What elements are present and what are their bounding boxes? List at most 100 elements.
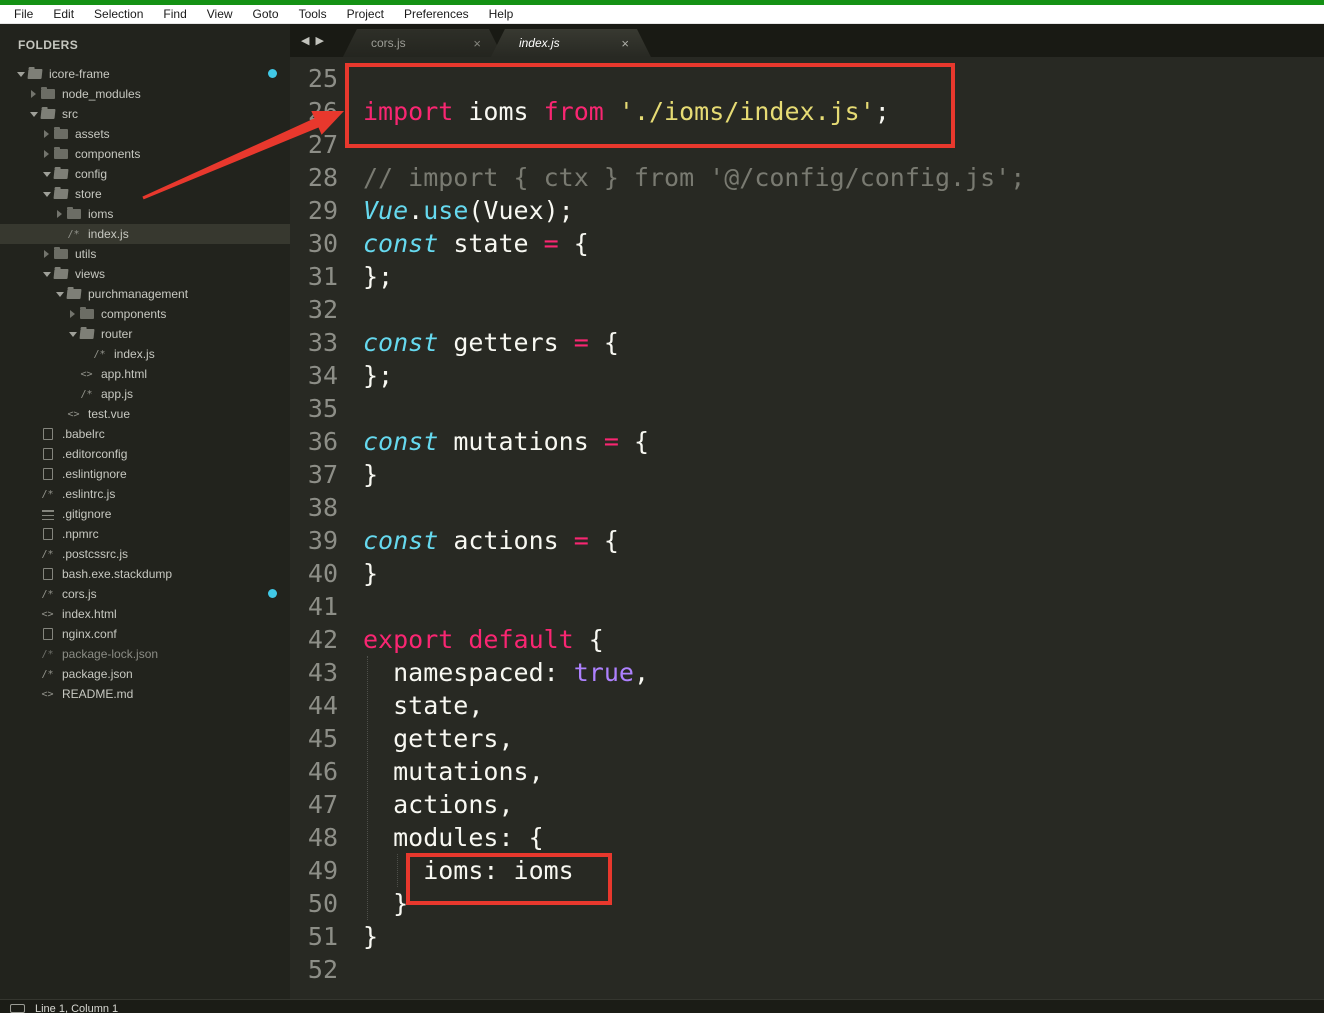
tab-cors-js[interactable]: cors.js× [343,29,503,57]
menu-project[interactable]: Project [337,7,394,21]
sidebar-item-utils[interactable]: utils [0,244,290,264]
code-line-52[interactable]: 52 [290,953,1324,986]
code-line-36[interactable]: 36const mutations = { [290,425,1324,458]
close-icon[interactable]: × [621,36,651,51]
sidebar-item-readme-md[interactable]: <>README.md [0,684,290,704]
sidebar-item-store[interactable]: store [0,184,290,204]
code-line-26[interactable]: 26import ioms from './ioms/index.js'; [290,95,1324,128]
code-line-30[interactable]: 30const state = { [290,227,1324,260]
tab-scroll-left-icon[interactable]: ◀ [298,34,312,47]
line-content [338,128,363,161]
code-line-32[interactable]: 32 [290,293,1324,326]
sidebar-item-index-html[interactable]: <>index.html [0,604,290,624]
tab-index-js[interactable]: index.js× [491,29,651,57]
folder-glyph [53,189,68,199]
sidebar-item-assets[interactable]: assets [0,124,290,144]
sidebar-item-test-vue[interactable]: <>test.vue [0,404,290,424]
sidebar-item-src[interactable]: src [0,104,290,124]
code-line-51[interactable]: 51} [290,920,1324,953]
sidebar-item-app-js[interactable]: /*app.js [0,384,290,404]
code-line-44[interactable]: 44 state, [290,689,1324,722]
tree-item-label: index.html [62,607,117,621]
menu-tools[interactable]: Tools [289,7,337,21]
sidebar-item-editorconfig[interactable]: .editorconfig [0,444,290,464]
code-line-43[interactable]: 43 namespaced: true, [290,656,1324,689]
code-line-33[interactable]: 33const getters = { [290,326,1324,359]
sidebar-item-npmrc[interactable]: .npmrc [0,524,290,544]
menu-preferences[interactable]: Preferences [394,7,479,21]
editor[interactable]: 2526import ioms from './ioms/index.js';2… [290,57,1324,999]
sidebar-item-router[interactable]: router [0,324,290,344]
code-line-27[interactable]: 27 [290,128,1324,161]
code-line-34[interactable]: 34}; [290,359,1324,392]
code-line-48[interactable]: 48 modules: { [290,821,1324,854]
line-content [338,491,363,524]
code-line-50[interactable]: 50 } [290,887,1324,920]
expand-icon[interactable] [40,130,53,138]
tab-scroll-right-icon[interactable]: ▶ [312,34,326,47]
collapse-icon[interactable] [40,192,53,197]
code-line-46[interactable]: 46 mutations, [290,755,1324,788]
menu-help[interactable]: Help [479,7,524,21]
code-token: const [363,427,438,456]
expand-icon[interactable] [66,310,79,318]
expand-icon[interactable] [40,150,53,158]
menu-bar: FileEditSelectionFindViewGotoToolsProjec… [0,5,1324,24]
sidebar-item-icore-frame[interactable]: icore-frame [0,64,290,84]
collapse-icon[interactable] [53,292,66,297]
triangle-glyph [31,90,36,98]
sidebar-item-eslintignore[interactable]: .eslintignore [0,464,290,484]
expand-icon[interactable] [27,90,40,98]
sidebar-item-views[interactable]: views [0,264,290,284]
collapse-icon[interactable] [14,72,27,77]
sidebar-item-babelrc[interactable]: .babelrc [0,424,290,444]
code-line-47[interactable]: 47 actions, [290,788,1324,821]
code-line-37[interactable]: 37} [290,458,1324,491]
sidebar-item-index-js[interactable]: /*index.js [0,224,290,244]
sidebar-item-cors-js[interactable]: /*cors.js [0,584,290,604]
code-line-29[interactable]: 29Vue.use(Vuex); [290,194,1324,227]
sidebar-item-eslintrc-js[interactable]: /*.eslintrc.js [0,484,290,504]
collapse-icon[interactable] [66,332,79,337]
file-icon: /* [40,549,55,560]
menu-find[interactable]: Find [153,7,196,21]
sidebar-item-gitignore[interactable]: .gitignore [0,504,290,524]
menu-file[interactable]: File [4,7,43,21]
menu-goto[interactable]: Goto [243,7,289,21]
code-line-40[interactable]: 40} [290,557,1324,590]
code-line-28[interactable]: 28// import { ctx } from '@/config/confi… [290,161,1324,194]
expand-icon[interactable] [40,250,53,258]
collapse-icon[interactable] [40,172,53,177]
sidebar-item-components[interactable]: components [0,304,290,324]
menu-edit[interactable]: Edit [43,7,84,21]
code-line-35[interactable]: 35 [290,392,1324,425]
code-line-49[interactable]: 49 ioms: ioms [290,854,1324,887]
sidebar-item-ioms[interactable]: ioms [0,204,290,224]
sidebar-item-index-js[interactable]: /*index.js [0,344,290,364]
sidebar-item-app-html[interactable]: <>app.html [0,364,290,384]
sidebar-item-postcssrc-js[interactable]: /*.postcssrc.js [0,544,290,564]
sidebar-item-nginx-conf[interactable]: nginx.conf [0,624,290,644]
code-line-25[interactable]: 25 [290,62,1324,95]
collapse-icon[interactable] [40,272,53,277]
sidebar-item-components[interactable]: components [0,144,290,164]
collapse-icon[interactable] [27,112,40,117]
sidebar-item-package-json[interactable]: /*package.json [0,664,290,684]
code-line-38[interactable]: 38 [290,491,1324,524]
sidebar-item-package-lock-json[interactable]: /*package-lock.json [0,644,290,664]
code-token: getters [438,328,573,357]
sidebar-item-purchmanagement[interactable]: purchmanagement [0,284,290,304]
menu-selection[interactable]: Selection [84,7,153,21]
code-line-41[interactable]: 41 [290,590,1324,623]
code-line-31[interactable]: 31}; [290,260,1324,293]
expand-icon[interactable] [53,210,66,218]
sidebar-item-config[interactable]: config [0,164,290,184]
sidebar-item-bash-exe-stackdump[interactable]: bash.exe.stackdump [0,564,290,584]
menu-view[interactable]: View [197,7,243,21]
code-line-39[interactable]: 39const actions = { [290,524,1324,557]
code-line-42[interactable]: 42export default { [290,623,1324,656]
code-line-45[interactable]: 45 getters, [290,722,1324,755]
line-content: getters, [338,722,514,755]
cursor-position[interactable]: Line 1, Column 1 [35,1003,118,1013]
sidebar-item-node-modules[interactable]: node_modules [0,84,290,104]
